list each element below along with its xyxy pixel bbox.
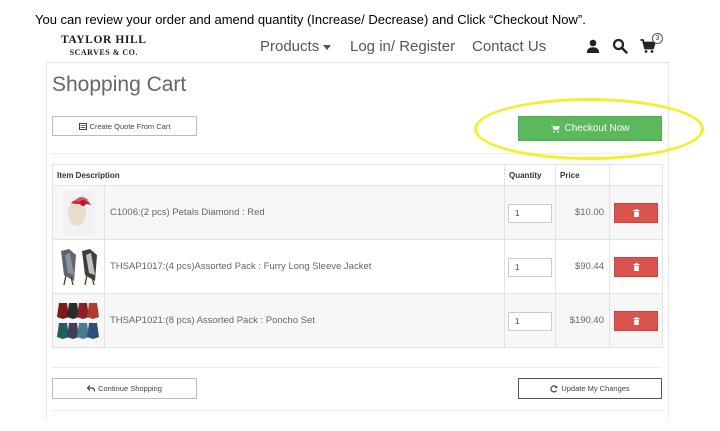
continue-shopping-button[interactable]: Continue Shopping xyxy=(52,378,197,399)
item-name[interactable]: THSAP1017:(4 pcs)Assorted Pack : Furry L… xyxy=(105,261,371,272)
header-item-description: Item Description xyxy=(52,164,505,186)
table-row: THSAP1021:(8 pcs) Assorted Pack : Poncho… xyxy=(52,293,663,348)
instruction-text: You can review your order and amend quan… xyxy=(35,12,586,27)
trash-icon xyxy=(633,262,639,271)
quantity-input[interactable] xyxy=(508,203,552,223)
logo-line1: TAYLOR HILL xyxy=(61,34,147,46)
cart-count-badge: 3 xyxy=(652,33,663,44)
list-alt-icon xyxy=(78,122,87,130)
refresh-icon xyxy=(550,384,558,393)
product-thumbnail[interactable] xyxy=(53,294,105,347)
poncho-set-product-image xyxy=(56,302,99,339)
update-changes-label: Update My Changes xyxy=(561,384,630,393)
highlight-ellipse xyxy=(474,98,704,160)
item-name[interactable]: C1006:(2 pcs) Petals Diamond : Red xyxy=(105,207,265,218)
nav-products[interactable]: Products xyxy=(260,38,332,55)
continue-shopping-label: Continue Shopping xyxy=(98,384,162,393)
trash-icon xyxy=(633,316,639,325)
jacket-product-image xyxy=(60,248,97,285)
item-price: $90.44 xyxy=(555,239,610,294)
table-row: THSAP1017:(4 pcs)Assorted Pack : Furry L… xyxy=(52,239,663,294)
trash-icon xyxy=(633,208,639,217)
quantity-input[interactable] xyxy=(508,311,552,331)
update-changes-button[interactable]: Update My Changes xyxy=(518,378,662,399)
cart-table: Item Description Quantity Price C1006:(2… xyxy=(52,164,663,348)
nav-contact-us[interactable]: Contact Us xyxy=(472,38,546,55)
item-price: $190.40 xyxy=(555,293,610,348)
panel-top-divider xyxy=(46,62,669,63)
page-title: Shopping Cart xyxy=(52,73,187,96)
divider xyxy=(52,410,662,411)
product-thumbnail[interactable] xyxy=(53,240,105,293)
user-icon[interactable] xyxy=(585,38,601,54)
product-thumbnail[interactable] xyxy=(53,186,105,239)
table-row: C1006:(2 pcs) Petals Diamond : Red $10.0… xyxy=(52,185,663,240)
caret-down-icon xyxy=(323,44,332,50)
item-name[interactable]: THSAP1021:(8 pcs) Assorted Pack : Poncho… xyxy=(105,315,315,326)
logo-line2: SCARVES & CO. xyxy=(69,47,138,57)
search-icon[interactable] xyxy=(612,38,628,54)
quantity-input[interactable] xyxy=(508,257,552,277)
delete-item-button[interactable] xyxy=(614,310,658,331)
header-actions xyxy=(609,164,663,186)
fascinator-product-image xyxy=(62,190,95,235)
create-quote-button[interactable]: Create Quote From Cart xyxy=(52,116,197,136)
item-price: $10.00 xyxy=(555,185,610,240)
header-price: Price xyxy=(555,164,610,186)
table-header-row: Item Description Quantity Price xyxy=(52,164,663,186)
nav-products-label: Products xyxy=(260,38,320,55)
divider xyxy=(52,367,662,368)
delete-item-button[interactable] xyxy=(614,202,658,223)
create-quote-label: Create Quote From Cart xyxy=(89,121,171,131)
brand-logo[interactable]: TAYLOR HILL SCARVES & CO. xyxy=(61,34,147,57)
delete-item-button[interactable] xyxy=(614,256,658,277)
back-arrow-icon xyxy=(87,385,96,392)
header-quantity: Quantity xyxy=(504,164,556,186)
nav-login-register[interactable]: Log in/ Register xyxy=(350,38,455,55)
